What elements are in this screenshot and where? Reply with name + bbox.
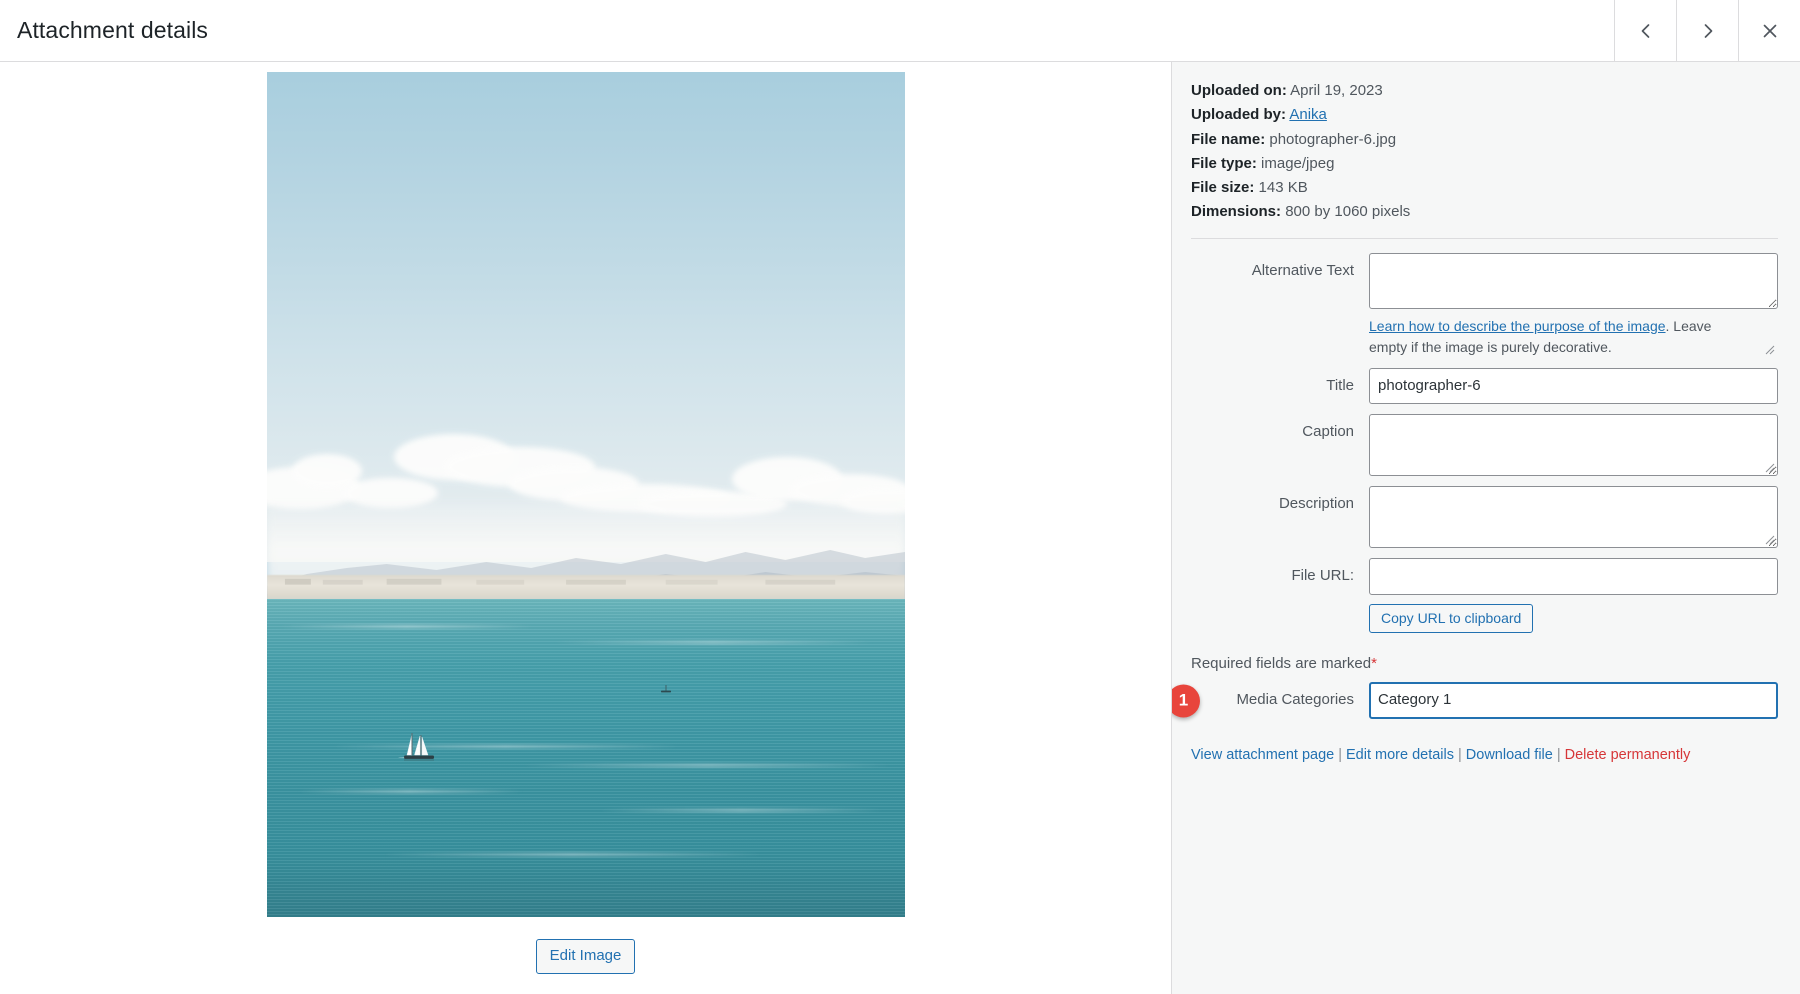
dimensions-label: Dimensions: xyxy=(1191,203,1282,221)
metadata-divider xyxy=(1191,237,1778,239)
modal-header: Attachment details xyxy=(0,0,1800,62)
alt-text-input[interactable] xyxy=(1369,252,1778,309)
previous-attachment-button[interactable] xyxy=(1614,0,1676,61)
link-separator: | xyxy=(1556,746,1561,763)
photo-sailboat xyxy=(397,728,444,766)
alt-text-field-row: Alternative Text Learn how to describe t… xyxy=(1191,252,1778,358)
uploaded-by-label: Uploaded by: xyxy=(1191,106,1287,124)
description-field-row: Description xyxy=(1191,486,1778,548)
attachment-image xyxy=(266,72,905,917)
chevron-left-icon xyxy=(1636,21,1656,41)
file-type-label: File type: xyxy=(1191,154,1257,172)
next-attachment-button[interactable] xyxy=(1676,0,1738,61)
attachment-action-links: View attachment page | Edit more details | D… xyxy=(1191,744,1778,767)
uploaded-on-row: Uploaded on: April 19, 2023 xyxy=(1191,79,1778,102)
link-separator: | xyxy=(1458,746,1462,763)
title-field-row: Title xyxy=(1191,367,1778,404)
download-file-link[interactable]: Download file xyxy=(1466,747,1553,763)
close-icon xyxy=(1760,21,1780,41)
edit-image-button[interactable]: Edit Image xyxy=(535,939,636,974)
title-label: Title xyxy=(1326,376,1354,394)
dimensions-value: 800 by 1060 pixels xyxy=(1285,203,1411,221)
page-title: Attachment details xyxy=(17,17,209,43)
close-button[interactable] xyxy=(1738,0,1800,61)
uploaded-by-link[interactable]: Anika xyxy=(1289,106,1327,123)
alt-text-label: Alternative Text xyxy=(1251,261,1354,279)
attachment-metadata: Uploaded on: April 19, 2023 Uploaded by:… xyxy=(1191,79,1778,224)
alt-text-help-link[interactable]: Learn how to describe the purpose of the… xyxy=(1369,318,1666,334)
file-url-input[interactable] xyxy=(1369,558,1778,595)
caption-label: Caption xyxy=(1302,423,1354,440)
uploaded-on-value: April 19, 2023 xyxy=(1290,82,1383,99)
link-separator: | xyxy=(1338,746,1342,763)
chevron-right-icon xyxy=(1698,21,1718,41)
resize-grip-icon xyxy=(1763,342,1775,354)
file-url-label: File URL: xyxy=(1291,567,1354,584)
modal-body: Edit Image Uploaded on: April 19, 2023 U… xyxy=(0,62,1800,994)
required-asterisk: * xyxy=(1371,655,1377,673)
media-categories-label: Media Categories xyxy=(1236,691,1354,709)
file-name-value: photographer-6.jpg xyxy=(1269,130,1397,148)
dimensions-row: Dimensions: 800 by 1060 pixels xyxy=(1191,200,1778,223)
file-size-value: 143 KB xyxy=(1258,179,1308,196)
file-size-label: File size: xyxy=(1191,179,1255,196)
description-input[interactable] xyxy=(1369,486,1778,548)
file-size-row: File size: 143 KB xyxy=(1191,176,1778,199)
caption-input[interactable] xyxy=(1369,414,1778,476)
annotation-badge-1: 1 xyxy=(1172,684,1200,718)
file-type-value: image/jpeg xyxy=(1261,154,1335,172)
photo-shore-buildings xyxy=(267,574,905,588)
file-type-row: File type: image/jpeg xyxy=(1191,152,1778,175)
copy-url-button[interactable]: Copy URL to clipboard xyxy=(1369,603,1534,634)
file-name-row: File name: photographer-6.jpg xyxy=(1191,128,1778,151)
attachment-preview-column: Edit Image xyxy=(0,62,1172,994)
header-actions xyxy=(1614,0,1800,61)
attachment-details-panel: Uploaded on: April 19, 2023 Uploaded by:… xyxy=(1172,62,1800,994)
description-label: Description xyxy=(1278,495,1354,512)
delete-permanently-link[interactable]: Delete permanently xyxy=(1565,747,1691,763)
photo-sea xyxy=(266,599,905,917)
view-attachment-page-link[interactable]: View attachment page xyxy=(1191,747,1334,763)
edit-more-details-link[interactable]: Edit more details xyxy=(1346,747,1454,763)
alt-text-help: Learn how to describe the purpose of the… xyxy=(1369,316,1729,358)
uploaded-on-label: Uploaded on: xyxy=(1191,82,1287,99)
required-fields-note: Required fields are marked* xyxy=(1191,655,1778,672)
required-note-text: Required fields are marked xyxy=(1191,655,1372,673)
file-name-label: File name: xyxy=(1191,130,1266,148)
attachment-details-modal: Attachment details Edit Image Uploaded o… xyxy=(0,0,1800,994)
title-input[interactable] xyxy=(1369,367,1778,404)
photo-distant-boat xyxy=(659,681,673,693)
file-url-field-row: File URL: Copy URL to clipboard xyxy=(1191,558,1778,634)
uploaded-by-row: Uploaded by: Anika xyxy=(1191,103,1778,126)
media-categories-input[interactable] xyxy=(1369,682,1778,719)
media-categories-field-row: 1 Media Categories xyxy=(1172,682,1778,719)
caption-field-row: Caption xyxy=(1191,414,1778,476)
